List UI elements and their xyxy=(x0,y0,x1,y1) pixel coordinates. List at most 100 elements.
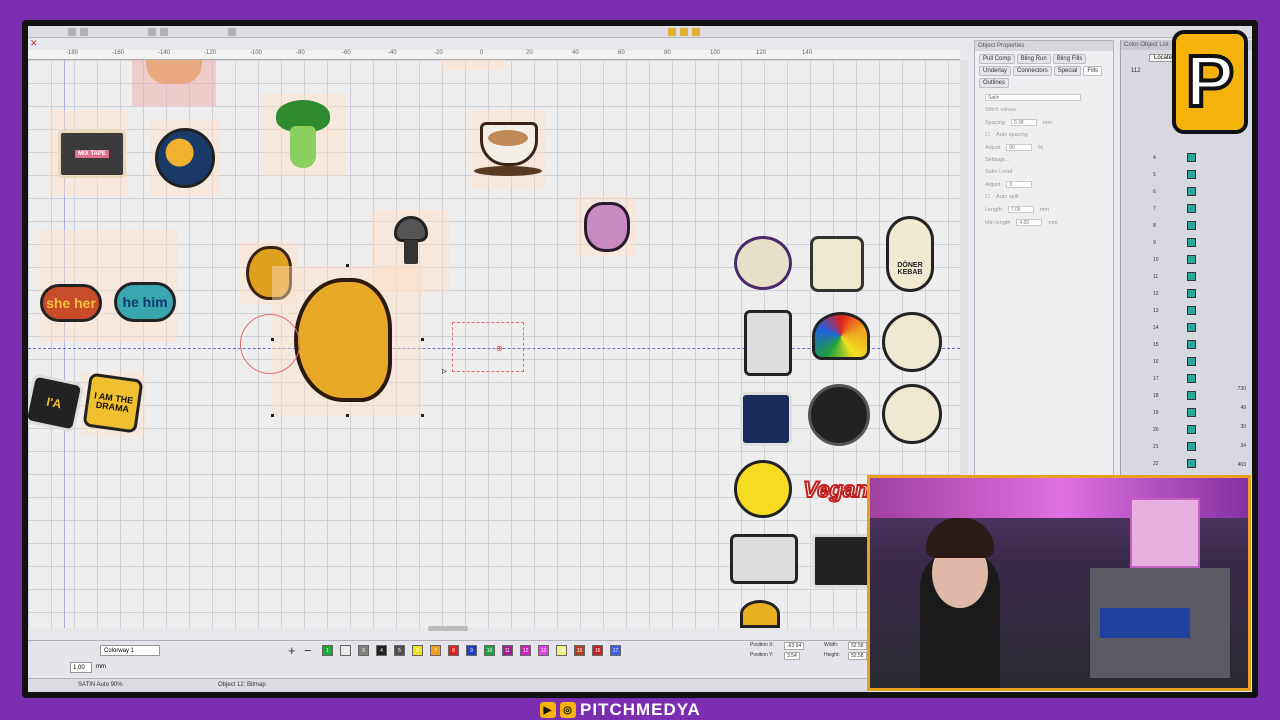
undo-icon[interactable] xyxy=(68,28,76,36)
settings-button[interactable]: Settings... xyxy=(985,157,1009,163)
color-list-row[interactable]: 19 xyxy=(1127,407,1227,419)
position-x-value[interactable]: -63.64 xyxy=(784,642,805,650)
min-length-input[interactable]: 4.00 xyxy=(1016,219,1043,226)
color-list-row[interactable]: 21 xyxy=(1127,441,1227,453)
tool-icon[interactable] xyxy=(228,28,236,36)
color-list-row[interactable]: 16 xyxy=(1127,356,1227,368)
globe-patch[interactable] xyxy=(155,128,215,188)
color-swatch-12[interactable]: 12 xyxy=(520,645,531,656)
adjust-input[interactable]: 90 xyxy=(1006,144,1033,151)
rotation-circle[interactable] xyxy=(240,314,300,374)
i-a-patch[interactable]: I'A xyxy=(28,373,85,433)
color-swatch-6[interactable]: 6 xyxy=(412,645,423,656)
adjust2-input[interactable]: 3 xyxy=(1006,181,1033,188)
color-swatch-13[interactable]: 13 xyxy=(538,645,549,656)
selection-handle[interactable] xyxy=(346,264,349,267)
vegan-patch[interactable]: Vegan xyxy=(794,470,878,510)
height-value[interactable]: 52.58 xyxy=(848,652,867,660)
color-list-row[interactable]: 10 xyxy=(1127,254,1227,266)
remove-icon[interactable]: − xyxy=(304,643,312,658)
position-y-value[interactable]: 3.54 xyxy=(784,652,800,660)
tab-special[interactable]: Special xyxy=(1053,66,1082,76)
he-him-patch[interactable]: he him xyxy=(114,282,176,322)
color-list-row[interactable]: 20 xyxy=(1127,424,1227,436)
color-list-row[interactable]: 18 xyxy=(1127,390,1227,402)
floppy-disk-patch[interactable] xyxy=(740,392,792,446)
zoom-input[interactable]: 1.00 xyxy=(70,662,92,673)
color-list-row[interactable]: 17 xyxy=(1127,373,1227,385)
color-swatch-16[interactable]: 16 xyxy=(592,645,603,656)
redo-icon[interactable] xyxy=(80,28,88,36)
color-swatch-11[interactable]: 11 xyxy=(502,645,513,656)
color-swatch-14[interactable]: 14 xyxy=(556,645,567,656)
tool-icon[interactable] xyxy=(692,28,700,36)
tool-icon[interactable] xyxy=(668,28,676,36)
color-list-row[interactable]: 6 xyxy=(1127,186,1227,198)
tab-underlay[interactable]: Underlay xyxy=(979,66,1012,76)
smiley-patch[interactable] xyxy=(734,460,792,518)
tab-bling-fills[interactable]: Bling Fills xyxy=(1052,54,1087,64)
large-lion-patch[interactable] xyxy=(294,278,392,402)
bicycle-patch[interactable] xyxy=(882,312,942,372)
color-list-row[interactable]: 5 xyxy=(1127,169,1227,181)
color-swatch-15[interactable]: 15 xyxy=(574,645,585,656)
tab-pull-comp[interactable]: Pull Comp xyxy=(979,54,1015,64)
spacing-input[interactable]: 0.38 xyxy=(1010,119,1037,126)
color-list-row[interactable]: 12 xyxy=(1127,288,1227,300)
tab-connectors[interactable]: Connectors xyxy=(1013,66,1052,76)
horizontal-scrollbar[interactable] xyxy=(428,626,468,631)
close-icon[interactable]: ✕ xyxy=(30,38,38,49)
color-swatch-9[interactable]: 9 xyxy=(466,645,477,656)
color-swatch-7[interactable]: 7 xyxy=(430,645,441,656)
gameboy-patch[interactable] xyxy=(744,310,792,376)
clapperboard-patch[interactable] xyxy=(812,534,872,588)
boobs-patch[interactable] xyxy=(810,236,864,292)
camera-patch[interactable] xyxy=(730,534,798,584)
tool-icon[interactable] xyxy=(160,28,168,36)
color-list-row[interactable]: 4 xyxy=(1127,152,1227,164)
rainbow-patch[interactable] xyxy=(812,312,870,360)
color-swatch-17[interactable]: 17 xyxy=(610,645,621,656)
tab-outlines[interactable]: Outlines xyxy=(979,78,1010,88)
selection-handle[interactable] xyxy=(421,414,424,417)
microphone-patch[interactable] xyxy=(394,216,428,242)
color-swatch-8[interactable]: 8 xyxy=(448,645,459,656)
length-input[interactable]: 7.00 xyxy=(1007,206,1034,213)
color-list-row[interactable]: 8 xyxy=(1127,220,1227,232)
color-list-row[interactable]: 11 xyxy=(1127,271,1227,283)
paw-patch[interactable] xyxy=(882,384,942,444)
mix-tape-patch[interactable]: MIX TAPE xyxy=(58,130,126,178)
selection-handle[interactable] xyxy=(421,338,424,341)
color-list-row[interactable]: 15 xyxy=(1127,339,1227,351)
tab-bling-run[interactable]: Bling Run xyxy=(1016,54,1051,64)
color-list-row[interactable]: 9 xyxy=(1127,237,1227,249)
auto-split-checkbox[interactable]: ☐ xyxy=(985,194,990,200)
selection-handle[interactable] xyxy=(346,414,349,417)
fill-type-select[interactable]: Satin xyxy=(985,94,1081,101)
tab-fills[interactable]: Fills xyxy=(1083,66,1103,76)
hands-patch[interactable] xyxy=(734,236,792,290)
add-icon[interactable]: + xyxy=(288,643,296,658)
i-am-the-drama-patch[interactable]: I AM THE DRAMA xyxy=(82,372,144,434)
width-value[interactable]: 52.58 xyxy=(848,642,867,650)
tool-icon[interactable] xyxy=(148,28,156,36)
selection-handle[interactable] xyxy=(271,414,274,417)
color-swatch-3[interactable]: 3 xyxy=(358,645,369,656)
auto-spacing-checkbox[interactable]: ☐ xyxy=(985,132,990,138)
she-her-patch[interactable]: she her xyxy=(40,284,102,322)
color-swatch-5[interactable]: 5 xyxy=(394,645,405,656)
broccoli-stem[interactable] xyxy=(290,126,316,168)
colorway-select[interactable]: Colorway 1 xyxy=(100,645,160,656)
color-swatch-1[interactable]: 1 xyxy=(322,645,333,656)
furby-patch[interactable] xyxy=(584,202,630,252)
color-swatch-4[interactable]: 4 xyxy=(376,645,387,656)
doner-kebab-patch[interactable]: DÖNER KEBAB xyxy=(886,216,934,292)
design-canvas[interactable]: MIX TAPE she her he him ⊕ ▹ I AM THE DRA… xyxy=(28,60,960,628)
color-swatch-2[interactable]: 2 xyxy=(340,645,351,656)
color-list-row[interactable]: 14 xyxy=(1127,322,1227,334)
color-list-row[interactable]: 22 xyxy=(1127,458,1227,470)
color-swatch-10[interactable]: 10 xyxy=(484,645,495,656)
black-cat-patch[interactable] xyxy=(808,384,870,446)
partial-patch[interactable] xyxy=(740,600,780,628)
color-list-row[interactable]: 13 xyxy=(1127,305,1227,317)
